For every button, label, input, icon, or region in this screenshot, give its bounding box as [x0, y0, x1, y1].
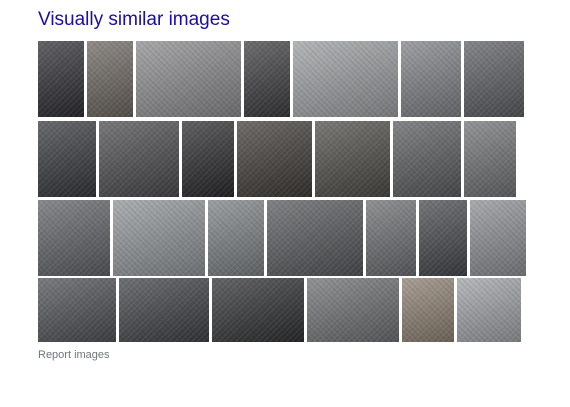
image-thumbnail[interactable]: [119, 278, 209, 342]
image-thumbnail[interactable]: [464, 121, 516, 197]
image-thumbnail[interactable]: [38, 41, 84, 117]
image-thumbnail[interactable]: [464, 41, 524, 117]
image-thumbnail[interactable]: [237, 121, 312, 197]
image-thumbnail[interactable]: [244, 41, 290, 117]
image-thumbnail[interactable]: [136, 41, 241, 117]
image-thumbnail[interactable]: [38, 278, 116, 342]
image-thumbnail[interactable]: [99, 121, 179, 197]
image-row: [38, 41, 524, 117]
image-thumbnail[interactable]: [307, 278, 399, 342]
image-thumbnail[interactable]: [402, 278, 454, 342]
image-thumbnail[interactable]: [366, 200, 416, 276]
image-thumbnail[interactable]: [38, 200, 110, 276]
image-thumbnail[interactable]: [208, 200, 264, 276]
image-thumbnail[interactable]: [113, 200, 205, 276]
image-row: [38, 121, 516, 197]
image-thumbnail[interactable]: [182, 121, 234, 197]
report-images-link[interactable]: Report images: [38, 349, 110, 361]
image-row: [38, 200, 526, 276]
image-thumbnail[interactable]: [38, 121, 96, 197]
image-row: [38, 278, 521, 342]
image-thumbnail[interactable]: [457, 278, 521, 342]
image-thumbnail[interactable]: [419, 200, 467, 276]
image-thumbnail[interactable]: [87, 41, 133, 117]
image-thumbnail[interactable]: [212, 278, 304, 342]
image-thumbnail[interactable]: [293, 41, 398, 117]
image-thumbnail[interactable]: [401, 41, 461, 117]
image-thumbnail[interactable]: [470, 200, 526, 276]
image-thumbnail[interactable]: [393, 121, 461, 197]
image-thumbnail[interactable]: [315, 121, 390, 197]
image-thumbnail[interactable]: [267, 200, 363, 276]
section-title[interactable]: Visually similar images: [38, 9, 230, 31]
